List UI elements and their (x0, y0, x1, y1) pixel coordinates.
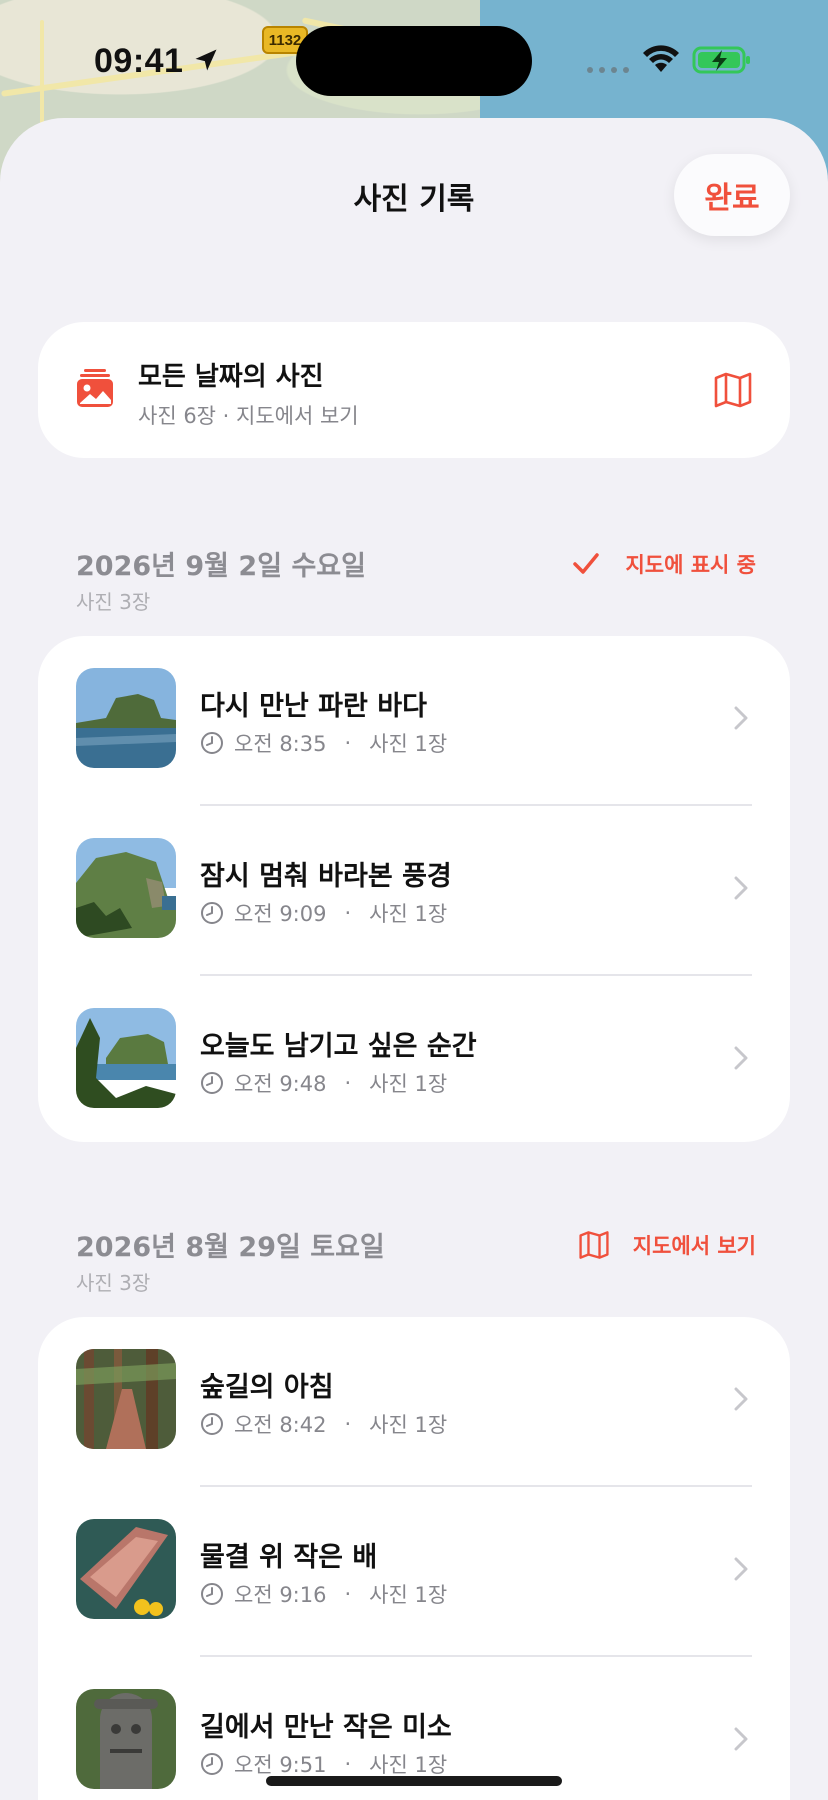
item-photo-count: 사진 1장 (369, 732, 448, 756)
status-time: 09:41 (94, 42, 184, 80)
list-item[interactable]: 오늘도 남기고 싶은 순간 오전 9:48 · 사진 1장 (38, 976, 790, 1146)
list-item[interactable]: 물결 위 작은 배 오전 9:16 · 사진 1장 (38, 1487, 790, 1657)
meta-separator: · (344, 1071, 352, 1095)
section-photo-count: 사진 3장 (76, 590, 151, 614)
location-arrow-icon (195, 49, 217, 71)
chevron-right-icon (734, 1387, 748, 1411)
section-action-label: 지도에서 보기 (632, 1234, 756, 1258)
photo-thumbnail (76, 668, 176, 768)
meta-separator: · (344, 901, 352, 925)
checkmark-icon (573, 553, 600, 574)
section-map-status[interactable]: 지도에 표시 중 (571, 548, 756, 580)
section-action-label: 지도에 표시 중 (625, 553, 756, 577)
section-list: 다시 만난 파란 바다 오전 8:35 · 사진 1장 잠시 멈춰 바라본 풍경 (38, 636, 790, 1142)
clock-icon (201, 1753, 223, 1775)
item-photo-count: 사진 1장 (369, 1072, 448, 1096)
all-photos-subtitle: 사진 6장 · 지도에서 보기 (138, 404, 359, 428)
meta-separator: · (344, 731, 352, 755)
item-photo-count: 사진 1장 (369, 1583, 448, 1607)
chevron-right-icon (734, 1046, 748, 1070)
item-title: 길에서 만난 작은 미소 (200, 1712, 452, 1743)
meta-separator: · (344, 1752, 352, 1776)
item-time: 오전 9:48 (234, 1072, 327, 1096)
item-meta: 오전 9:16 · 사진 1장 (200, 1579, 447, 1609)
item-meta: 오전 8:35 · 사진 1장 (200, 728, 447, 758)
photo-stack-icon (77, 369, 113, 407)
item-time: 오전 8:35 (234, 732, 327, 756)
done-button[interactable]: 완료 (674, 154, 790, 236)
clock-icon (201, 1583, 223, 1605)
photo-thumbnail (76, 1519, 176, 1619)
photo-thumbnail (76, 1008, 176, 1108)
all-photos-card[interactable]: 모든 날짜의 사진 사진 6장 · 지도에서 보기 (38, 322, 790, 458)
chevron-right-icon (734, 706, 748, 730)
photo-thumbnail (76, 838, 176, 938)
item-photo-count: 사진 1장 (369, 1753, 448, 1777)
section-date: 2026년 8월 29일 토요일 (76, 1232, 385, 1263)
chevron-right-icon (734, 1727, 748, 1751)
photo-thumbnail (76, 1689, 176, 1789)
meta-separator: · (344, 1412, 352, 1436)
status-bar: 09:41 (0, 0, 828, 110)
item-title: 잠시 멈춰 바라본 풍경 (200, 861, 452, 892)
list-item[interactable]: 숲길의 아침 오전 8:42 · 사진 1장 (38, 1317, 790, 1487)
item-photo-count: 사진 1장 (369, 1413, 448, 1437)
item-meta: 오전 8:42 · 사진 1장 (200, 1409, 447, 1439)
clock-icon (201, 1072, 223, 1094)
item-time: 오전 9:09 (234, 902, 327, 926)
item-meta: 오전 9:51 · 사진 1장 (200, 1749, 447, 1779)
cellular-signal-icon (587, 67, 629, 73)
clock-icon (201, 1413, 223, 1435)
item-title: 오늘도 남기고 싶은 순간 (200, 1031, 477, 1062)
list-item[interactable]: 다시 만난 파란 바다 오전 8:35 · 사진 1장 (38, 636, 790, 806)
item-time: 오전 9:51 (234, 1753, 327, 1777)
section-header: 2026년 9월 2일 수요일 사진 3장 지도에 표시 중 (76, 544, 756, 614)
item-time: 오전 8:42 (234, 1413, 327, 1437)
section-header: 2026년 8월 29일 토요일 사진 3장 지도에서 보기 (76, 1225, 756, 1295)
list-item[interactable]: 잠시 멈춰 바라본 풍경 오전 9:09 · 사진 1장 (38, 806, 790, 976)
section-date: 2026년 9월 2일 수요일 (76, 551, 366, 582)
section-view-on-map-button[interactable]: 지도에서 보기 (579, 1229, 756, 1261)
item-meta: 오전 9:09 · 사진 1장 (200, 898, 447, 928)
section-list: 숲길의 아침 오전 8:42 · 사진 1장 물결 위 작은 배 오전 9:16 (38, 1317, 790, 1800)
item-time: 오전 9:16 (234, 1583, 327, 1607)
item-title: 다시 만난 파란 바다 (200, 691, 427, 722)
map-icon (579, 1231, 609, 1259)
item-meta: 오전 9:48 · 사진 1장 (200, 1068, 447, 1098)
home-indicator[interactable] (266, 1776, 562, 1786)
chevron-right-icon (734, 876, 748, 900)
clock-icon (201, 902, 223, 924)
photo-thumbnail (76, 1349, 176, 1449)
meta-separator: · (344, 1582, 352, 1606)
section-photo-count: 사진 3장 (76, 1271, 151, 1295)
wifi-icon (643, 45, 679, 72)
battery-charging-icon (692, 46, 750, 74)
item-title: 물결 위 작은 배 (200, 1542, 378, 1573)
all-photos-title: 모든 날짜의 사진 (138, 362, 324, 392)
map-icon[interactable] (714, 372, 752, 408)
item-photo-count: 사진 1장 (369, 902, 448, 926)
clock-icon (201, 732, 223, 754)
photo-log-sheet: 사진 기록 완료 모든 날짜의 사진 사진 6장 · 지도에서 보기 2026년… (0, 118, 828, 1800)
item-title: 숲길의 아침 (200, 1372, 334, 1403)
chevron-right-icon (734, 1557, 748, 1581)
dynamic-island (296, 26, 532, 96)
